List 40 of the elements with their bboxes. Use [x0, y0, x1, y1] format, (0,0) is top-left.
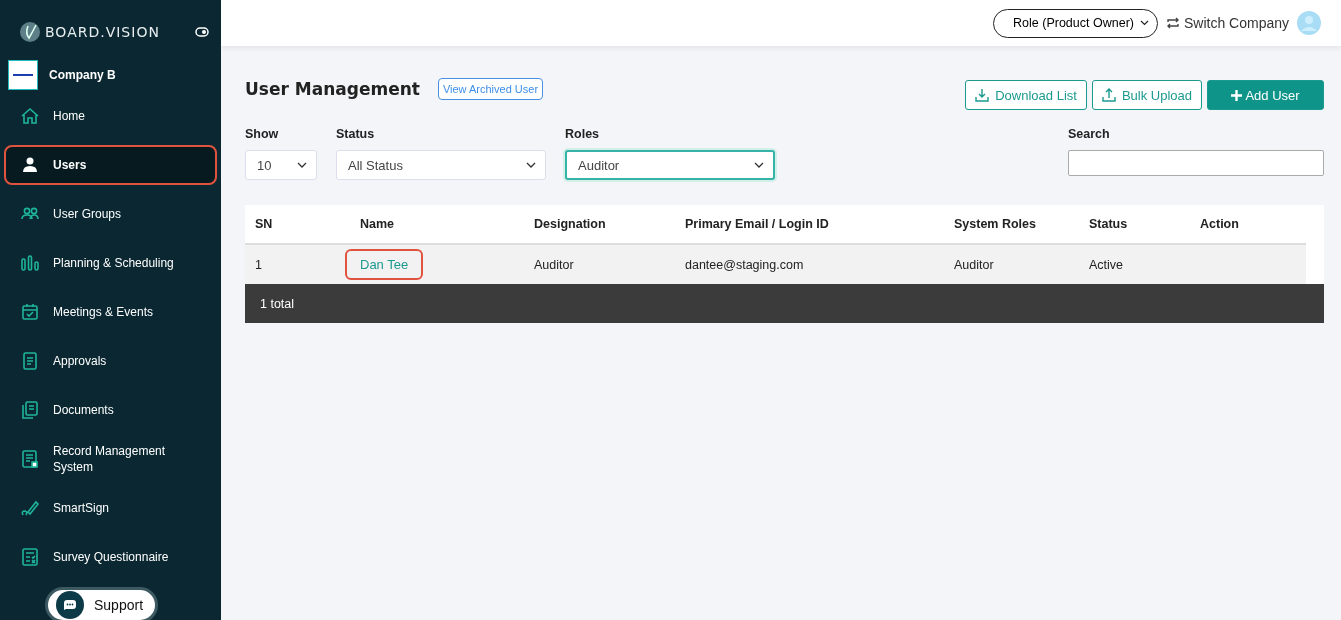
select-field[interactable]: All Status [336, 150, 546, 180]
column-header: Name [360, 217, 395, 231]
column-header: System Roles [954, 217, 1036, 231]
nav-item[interactable]: User Groups [4, 194, 217, 234]
column-header: SN [255, 217, 273, 231]
table-cell: Active [1089, 257, 1124, 272]
switch-company-button[interactable]: Switch Company [1165, 15, 1289, 31]
column-header: Action [1200, 217, 1239, 231]
add-user-button[interactable]: Add User [1207, 80, 1324, 110]
total-count: 1 total [260, 296, 295, 311]
nav-item[interactable]: Users [4, 145, 217, 185]
nav-item[interactable]: Home [4, 96, 217, 136]
nav-item[interactable]: Planning & Scheduling [4, 243, 217, 283]
bulk-upload-button[interactable]: Bulk Upload [1091, 80, 1202, 110]
filter-label: Status [336, 127, 376, 141]
nav-item[interactable]: SmartSign [4, 488, 217, 528]
table-cell: Auditor [534, 257, 574, 272]
select-field[interactable]: 10 [245, 150, 317, 180]
download-list-button[interactable]: Download List [965, 80, 1087, 110]
filter-label: Roles [565, 127, 601, 141]
column-header: Primary Email / Login ID [685, 217, 829, 231]
table-cell: dantee@staging.com [685, 257, 804, 272]
page-title: User Management [245, 79, 420, 99]
support-button[interactable]: Support [45, 587, 159, 620]
role-dropdown[interactable]: Role (Product Owner) [993, 8, 1158, 38]
nav-item[interactable]: Record Management System [4, 439, 217, 479]
nav-item[interactable]: Survey Questionnaire [4, 537, 217, 577]
company-name: Company B [49, 68, 116, 82]
nav-item[interactable]: Documents [4, 390, 217, 430]
brand-name: BOARD.VISION [45, 24, 160, 40]
column-header: Status [1089, 217, 1128, 231]
nav-item[interactable]: Meetings & Events [4, 292, 217, 332]
table-cell: 1 [255, 257, 262, 272]
column-header: Designation [534, 217, 606, 231]
filter-label: Show [245, 127, 280, 141]
table-cell: Auditor [954, 257, 994, 272]
nav-item[interactable]: Approvals [4, 341, 217, 381]
filter-label: Search [1068, 127, 1111, 141]
select-field[interactable]: Auditor [565, 150, 775, 180]
view-archived-button[interactable]: View Archived User [437, 78, 544, 100]
